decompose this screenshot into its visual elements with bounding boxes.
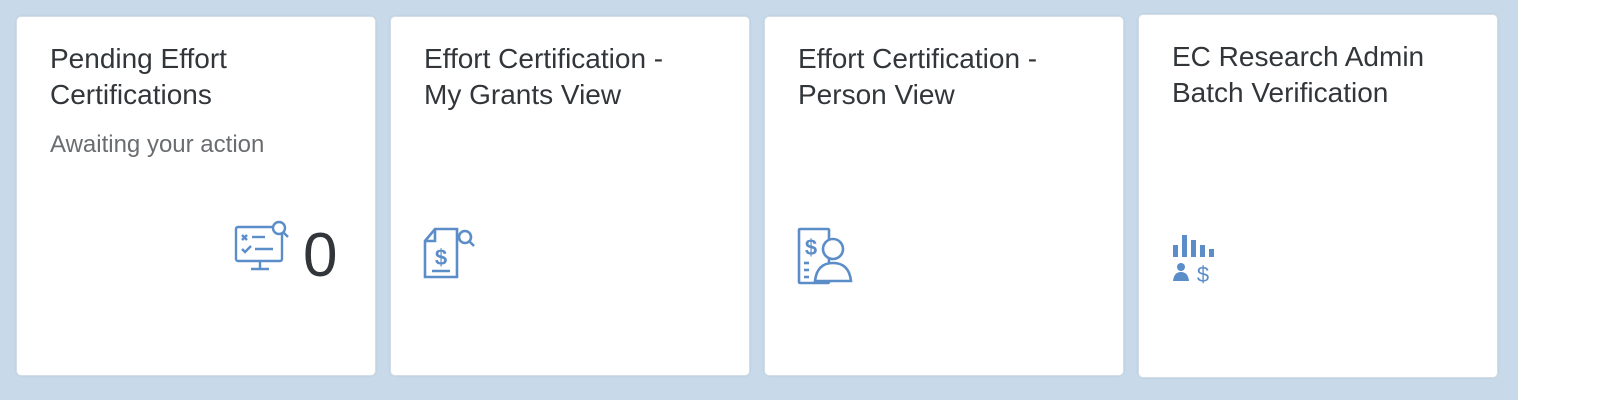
shell-side-panel [1518,0,1600,400]
certification-checklist-icon [233,219,291,275]
tile-title: Effort Certification - Person View [798,43,1038,110]
tile-title: Effort Certification - My Grants View [424,43,664,110]
document-dollar-person-icon: $ [795,225,857,287]
svg-text:$: $ [435,245,447,270]
kpi-value: 0 [303,221,338,290]
tile-person-view[interactable]: Effort Certification - Person View $ [764,16,1124,376]
document-dollar-search-icon: $ [421,225,477,287]
tile-title: Pending Effort Certifications [50,43,227,110]
bar-chart-person-dollar-icon: $ [1171,231,1229,287]
svg-text:$: $ [1197,262,1209,287]
tile-title: EC Research Admin Batch Verification [1172,41,1425,108]
svg-text:$: $ [805,235,817,260]
tile-my-grants-view[interactable]: Effort Certification - My Grants View $ [390,16,750,376]
tile-batch-verification[interactable]: EC Research Admin Batch Verification $ [1138,14,1498,378]
tile-pending-effort-certifications[interactable]: Pending Effort Certifications Awaiting y… [16,16,376,376]
tile-subtitle: Awaiting your action [50,131,265,158]
